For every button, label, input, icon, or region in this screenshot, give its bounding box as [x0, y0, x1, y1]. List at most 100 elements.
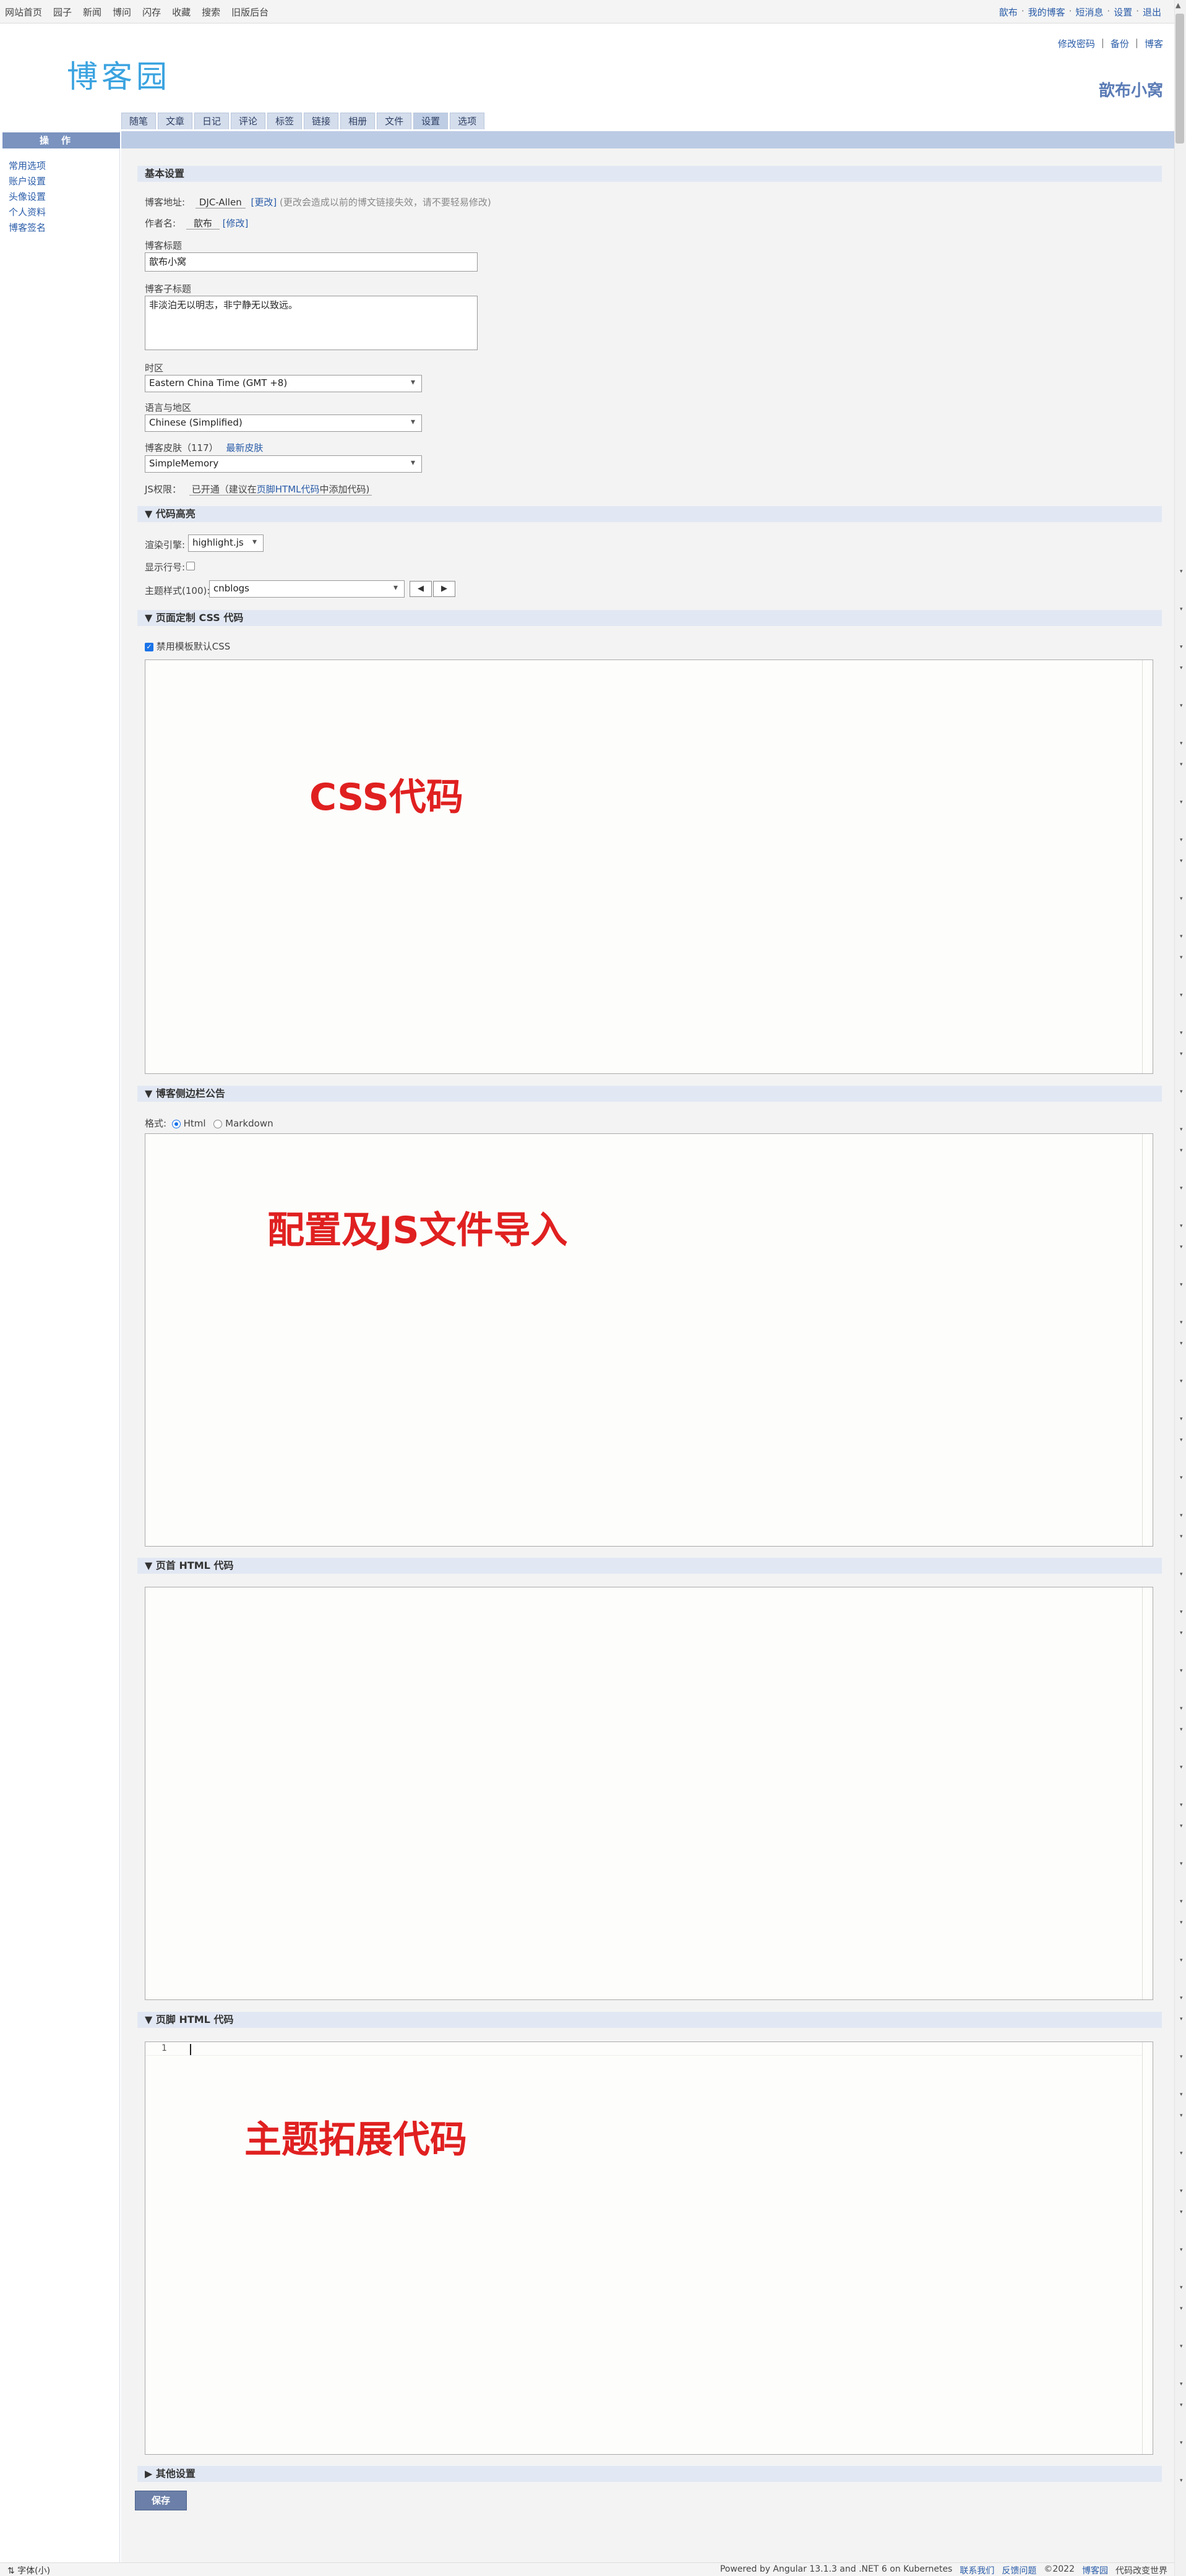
scrollbar-marker: ▾ [1180, 1727, 1183, 1733]
scrollbar-marker: ▾ [1180, 1706, 1183, 1712]
line-number-checkbox[interactable] [186, 562, 195, 570]
css-code-editor[interactable] [145, 659, 1153, 1074]
sidebar-item-signature[interactable]: 博客签名 [9, 220, 46, 236]
site-nav: 网站首页 园子 新闻 博问 闪存 收藏 搜索 旧版后台 [5, 6, 269, 19]
scrollbar-marker: ▾ [1180, 762, 1183, 768]
tab-files[interactable]: 文件 [377, 113, 412, 129]
nav-search[interactable]: 搜索 [202, 6, 220, 19]
sidebar-notice-annotation: 配置及JS文件导入 [267, 1209, 568, 1252]
font-size-toggle[interactable]: ⇅ 字体(小) [7, 2564, 50, 2576]
save-button[interactable]: 保存 [135, 2491, 187, 2510]
separator: | [1101, 37, 1104, 48]
sidebar-item-profile[interactable]: 个人资料 [9, 205, 46, 220]
user-name-link[interactable]: 歆布 [999, 6, 1018, 19]
skin-select[interactable]: SimpleMemory [145, 455, 422, 473]
tab-tags[interactable]: 标签 [267, 113, 303, 129]
scrollbar-marker: ▾ [1180, 934, 1183, 940]
nav-flash[interactable]: 闪存 [142, 6, 161, 19]
footer-html-link[interactable]: 页脚HTML代码 [257, 484, 320, 495]
sidebar-notice-editor[interactable] [145, 1133, 1153, 1547]
tab-comments[interactable]: 评论 [231, 113, 266, 129]
edit-author-link[interactable]: [修改] [223, 218, 249, 229]
change-address-link[interactable]: [更改] [251, 197, 277, 208]
other-settings-header[interactable]: ▶ 其他设置 [137, 2466, 1162, 2482]
format-markdown-radio[interactable] [213, 1119, 223, 1128]
blog-address-row: 博客地址: DJC-Allen [更改] (更改会造成以前的博文链接失效，请不要… [145, 195, 491, 208]
tab-articles[interactable]: 文章 [158, 113, 193, 129]
messages-link[interactable]: 短消息 [1075, 6, 1103, 19]
scrollbar-marker: ▾ [1180, 1995, 1183, 2001]
blog-subtitle-textarea[interactable]: 非淡泊无以明志，非宁静无以致远。 [145, 296, 478, 350]
nav-favorites[interactable]: 收藏 [172, 6, 191, 19]
scrollbar-marker: ▾ [1180, 896, 1183, 902]
feedback-link[interactable]: 反馈问题 [1002, 2564, 1036, 2576]
tab-settings[interactable]: 设置 [413, 113, 449, 129]
scrollbar-marker: ▾ [1180, 1148, 1183, 1154]
theme-style-select[interactable]: cnblogs [209, 580, 405, 598]
nav-home[interactable]: 网站首页 [5, 6, 42, 19]
custom-css-header[interactable]: ▼ 页面定制 CSS 代码 [137, 610, 1162, 626]
disable-default-css-row: ✓ 禁用模板默认CSS [145, 640, 230, 653]
sidebar-item-avatar[interactable]: 头像设置 [9, 189, 46, 205]
header-html-header[interactable]: ▼ 页首 HTML 代码 [137, 1558, 1162, 1574]
line-number: 1 [161, 2043, 167, 2053]
tab-options[interactable]: 选项 [450, 113, 485, 129]
backup-link[interactable]: 备份 [1111, 37, 1129, 50]
timezone-label: 时区 [145, 363, 164, 374]
sidebar-item-common[interactable]: 常用选项 [9, 158, 46, 174]
main-header-stripe [121, 131, 1174, 148]
scrollbar-marker: ▾ [1180, 1089, 1183, 1095]
scrollbar-marker: ▾ [1180, 1899, 1183, 1905]
nav-garden[interactable]: 园子 [53, 6, 72, 19]
tab-posts[interactable]: 随笔 [121, 113, 157, 129]
next-theme-button[interactable]: ▶ [433, 581, 455, 597]
tab-diary[interactable]: 日记 [194, 113, 230, 129]
settings-link[interactable]: 设置 [1114, 6, 1132, 19]
theme-style-label: 主题样式(100): [145, 585, 210, 596]
tab-links[interactable]: 链接 [304, 113, 339, 129]
sidebar-notice-header[interactable]: ▼ 博客侧边栏公告 [137, 1086, 1162, 1102]
change-password-link[interactable]: 修改密码 [1058, 37, 1095, 50]
nav-old-admin[interactable]: 旧版后台 [231, 6, 269, 19]
disable-default-css-checkbox[interactable]: ✓ [145, 642, 153, 651]
scrollbar-thumb[interactable] [1175, 14, 1184, 144]
scrollbar-marker: ▾ [1180, 2247, 1183, 2253]
tab-albums[interactable]: 相册 [340, 113, 376, 129]
blog-title-input[interactable]: 歆布小窝 [145, 252, 478, 272]
scrollbar-marker: ▾ [1180, 1513, 1183, 1519]
format-html-radio[interactable] [171, 1119, 181, 1128]
timezone-select[interactable]: Eastern China Time (GMT +8) [145, 375, 422, 392]
my-blog-link[interactable]: 我的博客 [1028, 6, 1065, 19]
blog-subtitle-label: 博客子标题 [145, 283, 192, 294]
format-row: 格式: Html Markdown [145, 1117, 273, 1130]
sidebar-item-account[interactable]: 账户设置 [9, 174, 46, 189]
scrollbar-marker: ▾ [1180, 1668, 1183, 1674]
js-permission-label: JS权限： [145, 484, 181, 495]
js-permission-value: 已开通（建议在页脚HTML代码中添加代码) [189, 484, 372, 496]
prev-theme-button[interactable]: ◀ [410, 581, 432, 597]
blog-link[interactable]: 博客 [1145, 37, 1163, 50]
contact-link[interactable]: 联系我们 [960, 2564, 994, 2576]
latest-skins-link[interactable]: 最新皮肤 [226, 442, 263, 453]
footer-html-header[interactable]: ▼ 页脚 HTML 代码 [137, 2012, 1162, 2028]
scroll-up-arrow-icon[interactable]: ▲ [1175, 1, 1180, 9]
address-note: (更改会造成以前的博文链接失效，请不要轻易修改) [280, 197, 491, 208]
powered-by-text: Powered by Angular 13.1.3 and .NET 6 on … [720, 2564, 953, 2574]
language-select[interactable]: Chinese (Simplified) [145, 414, 422, 432]
slogan-text: 代码改变世界 [1115, 2566, 1167, 2576]
scrollbar-marker: ▾ [1180, 1437, 1183, 1443]
footer-html-editor[interactable]: 1 [145, 2041, 1153, 2455]
header-html-editor[interactable] [145, 1587, 1153, 2000]
render-engine-select[interactable]: highlight.js [188, 535, 264, 552]
cnblogs-link[interactable]: 博客园 [1082, 2564, 1108, 2576]
nav-questions[interactable]: 博问 [113, 6, 131, 19]
scrollbar-marker: ▾ [1180, 1223, 1183, 1229]
nav-news[interactable]: 新闻 [83, 6, 101, 19]
site-logo[interactable]: 博客园 [67, 52, 171, 97]
code-highlight-header[interactable]: ▼ 代码高亮 [137, 506, 1162, 522]
blog-name[interactable]: 歆布小窝 [1099, 78, 1163, 101]
scrollbar-marker: ▾ [1180, 2054, 1183, 2060]
format-html-label: Html [183, 1118, 206, 1129]
scrollbar-marker: ▾ [1180, 1802, 1183, 1808]
logout-link[interactable]: 退出 [1143, 6, 1161, 19]
